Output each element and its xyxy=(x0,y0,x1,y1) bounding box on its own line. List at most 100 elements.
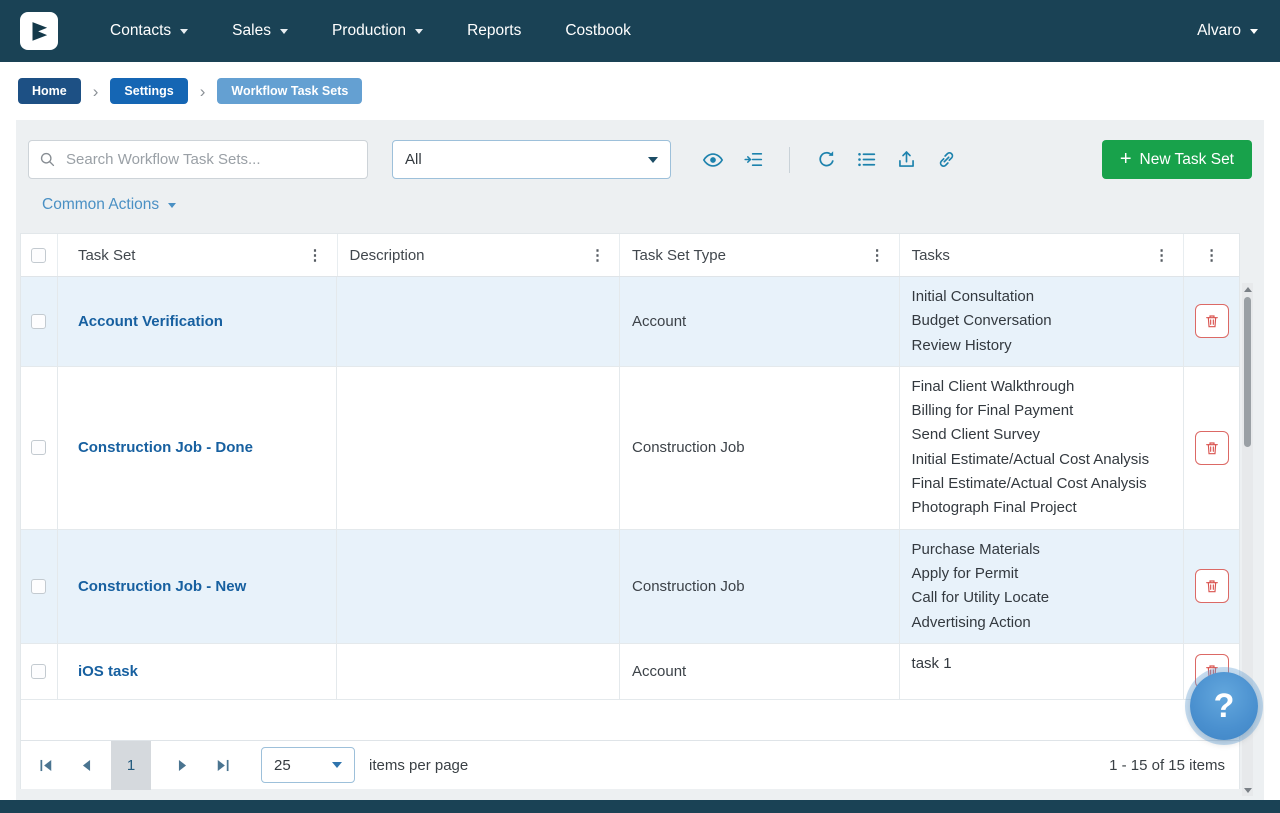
first-page-button[interactable] xyxy=(33,752,59,778)
task-set-link[interactable]: iOS task xyxy=(78,663,138,680)
row-checkbox[interactable] xyxy=(31,314,46,329)
task-set-type-cell: Construction Job xyxy=(620,530,900,643)
last-page-button[interactable] xyxy=(209,752,235,778)
tasks-cell: task 1 xyxy=(900,644,1185,699)
task-item: Apply for Permit xyxy=(912,562,1156,586)
previous-page-button[interactable] xyxy=(73,752,99,778)
column-title: Task Set Type xyxy=(632,247,726,264)
breadcrumb-workflow-task-sets[interactable]: Workflow Task Sets xyxy=(217,78,362,104)
main-nav: Contacts Sales Production Reports Costbo… xyxy=(110,22,631,40)
app-logo[interactable] xyxy=(20,12,58,50)
task-set-link[interactable]: Construction Job - Done xyxy=(78,439,253,456)
row-checkbox[interactable] xyxy=(31,579,46,594)
column-title: Task Set xyxy=(78,247,136,264)
items-per-page-label: items per page xyxy=(369,757,468,774)
nav-item-production[interactable]: Production xyxy=(332,22,423,40)
scrollbar-thumb[interactable] xyxy=(1244,297,1251,447)
task-sets-grid: Task Set ⋮ Description ⋮ Task Set Type ⋮… xyxy=(20,233,1240,741)
breadcrumb-settings[interactable]: Settings xyxy=(110,78,187,104)
select-all-checkbox[interactable] xyxy=(31,248,46,263)
chevron-down-icon xyxy=(168,203,176,208)
refresh-icon[interactable] xyxy=(814,148,838,172)
nav-item-reports[interactable]: Reports xyxy=(467,22,521,40)
scroll-up-icon[interactable] xyxy=(1242,283,1253,295)
task-set-link[interactable]: Account Verification xyxy=(78,313,223,330)
description-cell xyxy=(337,367,620,529)
toolbar-divider xyxy=(789,147,790,173)
toolbar-icons xyxy=(701,147,958,173)
nav-item-contacts[interactable]: Contacts xyxy=(110,22,188,40)
task-set-cell: Construction Job - Done xyxy=(58,367,338,529)
chevron-down-icon xyxy=(1250,29,1258,34)
grid-body: Account Verification Account Initial Con… xyxy=(21,277,1239,741)
help-label: ? xyxy=(1214,687,1235,726)
breadcrumb-home[interactable]: Home xyxy=(18,78,81,104)
row-checkbox-cell xyxy=(21,644,58,699)
list-view-icon[interactable] xyxy=(854,148,878,172)
column-menu-icon[interactable]: ⋮ xyxy=(866,248,889,263)
current-page[interactable]: 1 xyxy=(111,741,151,790)
task-item: Photograph Final Project xyxy=(912,496,1156,520)
breadcrumb-separator: › xyxy=(93,83,99,100)
column-header-task-set-type[interactable]: Task Set Type ⋮ xyxy=(620,234,900,276)
task-item: Billing for Final Payment xyxy=(912,399,1156,423)
page-size-value: 25 xyxy=(274,757,291,774)
delete-button[interactable] xyxy=(1195,569,1229,603)
eye-icon[interactable] xyxy=(701,148,725,172)
grid-menu-icon[interactable]: ⋮ xyxy=(1200,248,1223,263)
task-item: Initial Estimate/Actual Cost Analysis xyxy=(912,448,1156,472)
chevron-down-icon xyxy=(280,29,288,34)
insert-column-icon[interactable] xyxy=(741,148,765,172)
task-set-cell: Construction Job - New xyxy=(58,530,338,643)
help-button[interactable]: ? xyxy=(1190,672,1258,740)
trash-icon xyxy=(1204,313,1220,329)
nav-item-costbook[interactable]: Costbook xyxy=(565,22,630,40)
nav-item-label: Production xyxy=(332,22,406,40)
task-set-link[interactable]: Construction Job - New xyxy=(78,578,246,595)
search-input[interactable] xyxy=(64,150,357,169)
row-checkbox[interactable] xyxy=(31,440,46,455)
pagination-bar: 1 25 items per page 1 - 15 of 15 items xyxy=(20,740,1240,789)
task-set-cell: iOS task xyxy=(58,644,338,699)
nav-item-label: Contacts xyxy=(110,22,171,40)
brand-icon xyxy=(26,18,52,44)
row-checkbox-cell xyxy=(21,367,58,529)
export-icon[interactable] xyxy=(894,148,918,172)
trash-icon xyxy=(1204,578,1220,594)
scroll-down-icon[interactable] xyxy=(1242,784,1253,796)
task-item: Final Estimate/Actual Cost Analysis xyxy=(912,472,1156,496)
column-header-tasks[interactable]: Tasks ⋮ xyxy=(900,234,1185,276)
task-set-type-cell: Account xyxy=(620,277,900,366)
row-checkbox[interactable] xyxy=(31,664,46,679)
delete-button[interactable] xyxy=(1195,304,1229,338)
nav-item-label: Costbook xyxy=(565,22,630,40)
breadcrumb-separator: › xyxy=(200,83,206,100)
common-actions-dropdown[interactable]: Common Actions xyxy=(42,196,176,214)
search-icon xyxy=(39,151,56,168)
table-row-construction-job-new: Construction Job - New Construction Job … xyxy=(21,530,1239,644)
next-page-button[interactable] xyxy=(169,752,195,778)
user-menu[interactable]: Alvaro xyxy=(1197,22,1258,40)
row-actions-cell xyxy=(1184,367,1239,529)
page-size-dropdown[interactable]: 25 xyxy=(261,747,355,783)
column-header-description[interactable]: Description ⋮ xyxy=(338,234,621,276)
task-set-type-cell: Construction Job xyxy=(620,367,900,529)
delete-button[interactable] xyxy=(1195,431,1229,465)
common-actions-label: Common Actions xyxy=(42,196,159,214)
column-menu-icon[interactable]: ⋮ xyxy=(1150,248,1173,263)
nav-item-sales[interactable]: Sales xyxy=(232,22,288,40)
filter-dropdown[interactable]: All xyxy=(392,140,671,179)
new-task-set-button[interactable]: + New Task Set xyxy=(1102,140,1252,179)
task-item: Budget Conversation xyxy=(912,309,1156,333)
link-icon[interactable] xyxy=(934,148,958,172)
column-menu-icon[interactable]: ⋮ xyxy=(304,248,327,263)
row-checkbox-cell xyxy=(21,277,58,366)
column-menu-icon[interactable]: ⋮ xyxy=(586,248,609,263)
description-cell xyxy=(337,277,620,366)
grid-header: Task Set ⋮ Description ⋮ Task Set Type ⋮… xyxy=(21,234,1239,277)
column-header-task-set[interactable]: Task Set ⋮ xyxy=(58,234,338,276)
search-box xyxy=(28,140,368,179)
task-item: Call for Utility Locate xyxy=(912,586,1156,610)
task-set-cell: Account Verification xyxy=(58,277,338,366)
task-item: Final Client Walkthrough xyxy=(912,375,1156,399)
